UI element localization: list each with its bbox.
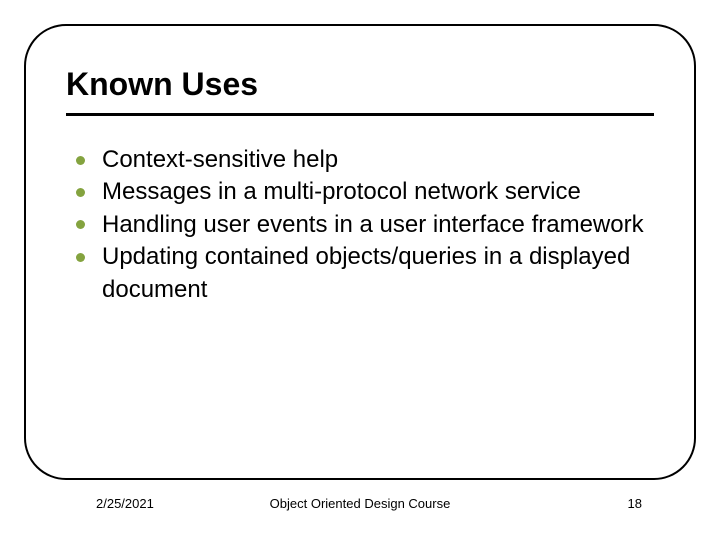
bullet-list: Context-sensitive help Messages in a mul… [66,144,654,306]
slide-footer: 2/25/2021 Object Oriented Design Course … [0,496,720,520]
list-item: Handling user events in a user interface… [72,209,648,241]
footer-date: 2/25/2021 [96,496,154,511]
list-item: Messages in a multi-protocol network ser… [72,176,648,208]
slide: Known Uses Context-sensitive help Messag… [0,0,720,540]
title-rule [66,113,654,116]
slide-title: Known Uses [66,66,654,103]
list-item: Updating contained objects/queries in a … [72,241,648,306]
list-item: Context-sensitive help [72,144,648,176]
footer-page-number: 18 [628,496,642,511]
slide-frame: Known Uses Context-sensitive help Messag… [24,24,696,480]
footer-course: Object Oriented Design Course [270,496,451,511]
